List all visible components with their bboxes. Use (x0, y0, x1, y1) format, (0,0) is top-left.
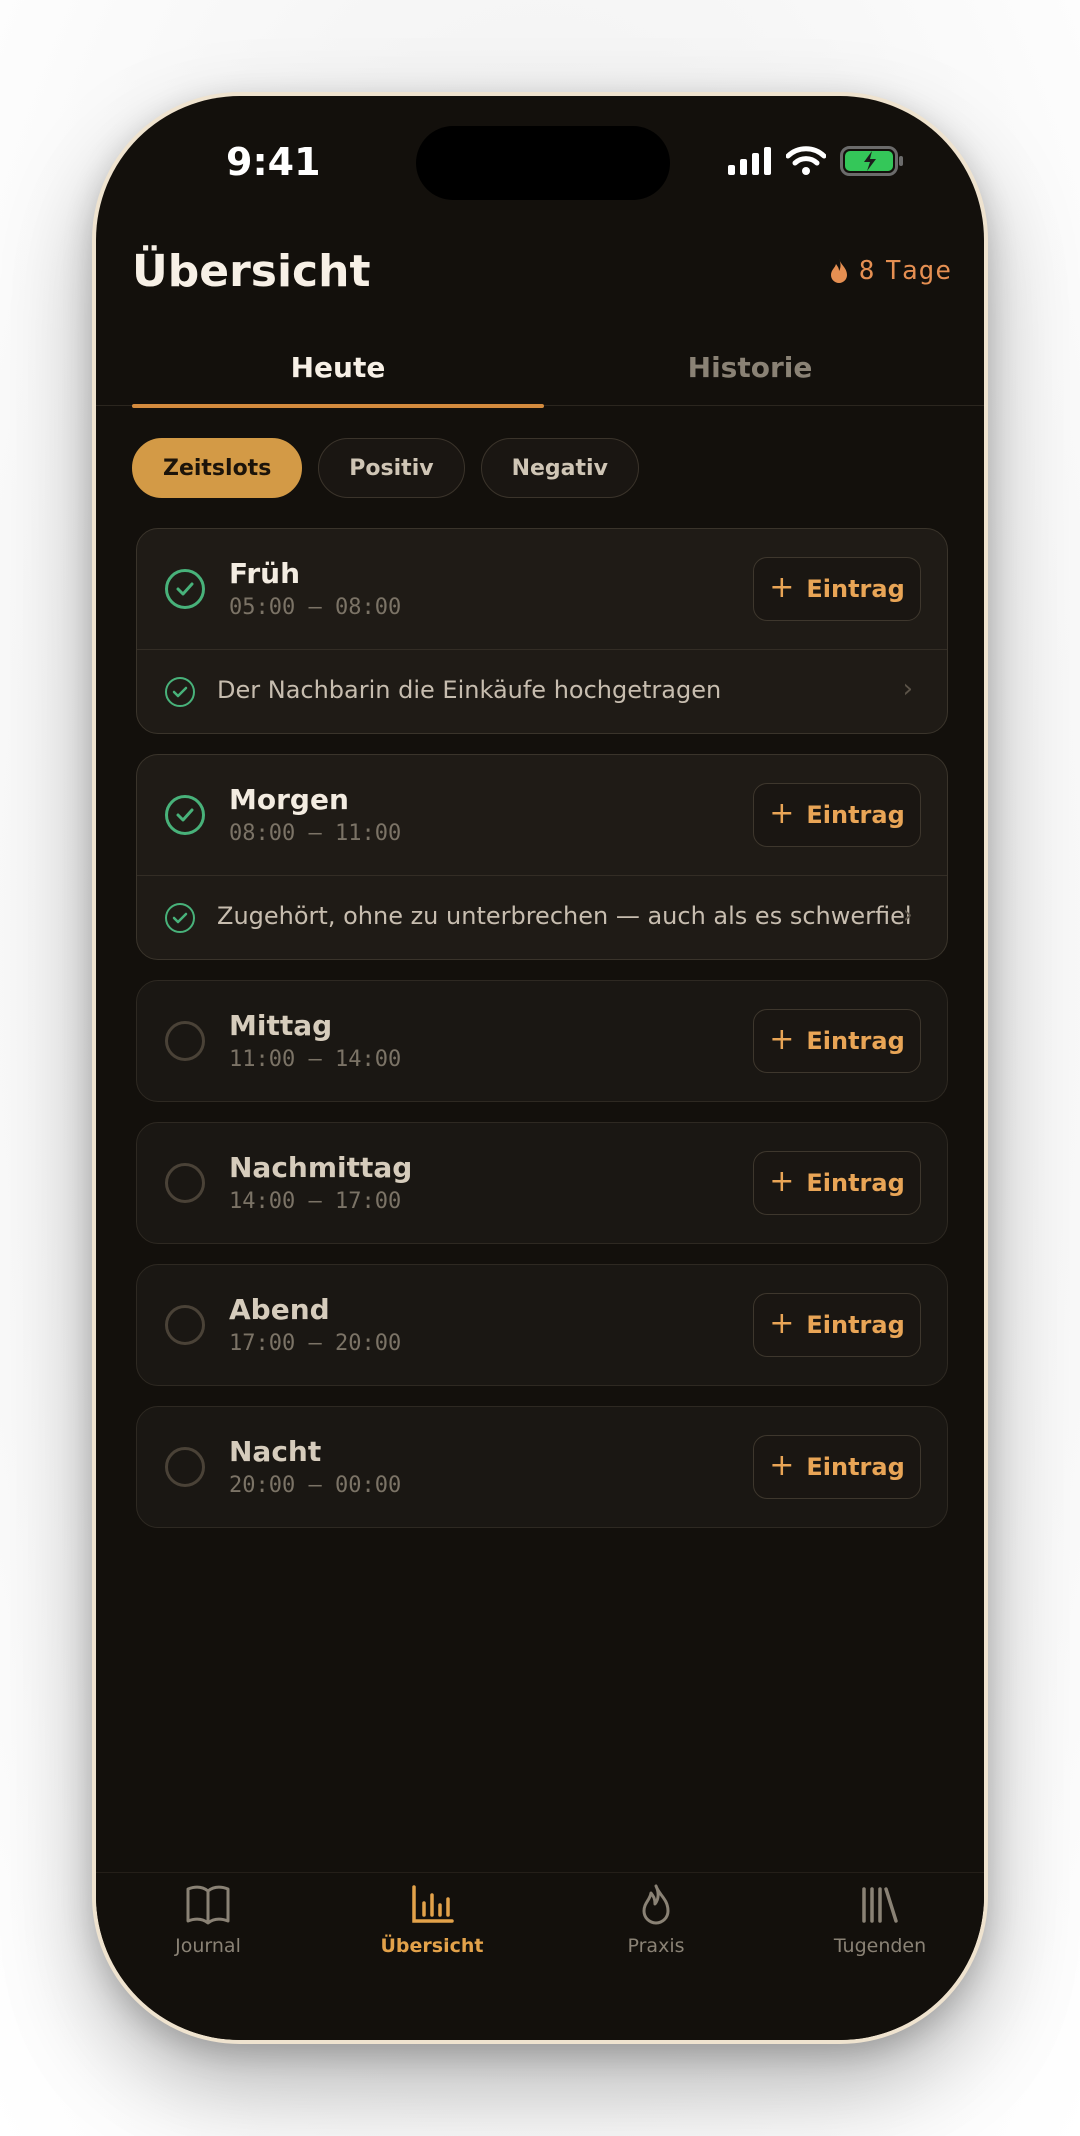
add-entry-label: Eintrag (806, 1027, 905, 1055)
slot-card-nacht: Nacht 20:00 – 00:00 + Eintrag (136, 1406, 948, 1528)
add-entry-button[interactable]: + Eintrag (753, 1151, 921, 1215)
battery-icon (840, 146, 903, 176)
slot-time: 05:00 – 08:00 (229, 595, 402, 620)
tabbar-item-journal[interactable]: Journal (96, 1883, 320, 1993)
add-entry-label: Eintrag (806, 801, 905, 829)
plus-icon: + (769, 1163, 795, 1199)
slot-name: Nachmittag (229, 1151, 413, 1184)
slot-list: Früh 05:00 – 08:00 + Eintrag Der Nachbar… (136, 528, 948, 1548)
status-icons (728, 146, 904, 176)
add-entry-label: Eintrag (806, 1453, 905, 1481)
filter-chip-zeitslots[interactable]: Zeitslots (132, 438, 303, 498)
chevron-right-icon: › (902, 674, 913, 704)
slot-name: Früh (229, 557, 301, 590)
slot-card-morgen: Morgen 08:00 – 11:00 + Eintrag Zugehört,… (136, 754, 948, 960)
check-circle-icon (165, 903, 195, 933)
entry-row[interactable]: Zugehört, ohne zu unterbrechen — auch al… (137, 875, 947, 959)
filter-chip-negativ[interactable]: Negativ (480, 438, 639, 498)
plus-icon: + (769, 1447, 795, 1483)
tabbar-label: Übersicht (380, 1935, 484, 1957)
slot-card-abend: Abend 17:00 – 20:00 + Eintrag (136, 1264, 948, 1386)
flame-icon (642, 1884, 670, 1925)
slot-card-mittag: Mittag 11:00 – 14:00 + Eintrag (136, 980, 948, 1102)
check-circle-icon (165, 677, 195, 707)
add-entry-button[interactable]: + Eintrag (753, 1435, 921, 1499)
phone-frame: 9:41 Übersicht 8 Tage Heute Historie Zei… (92, 92, 988, 2044)
slot-time: 08:00 – 11:00 (229, 821, 402, 846)
plus-icon: + (769, 1021, 795, 1057)
add-entry-button[interactable]: + Eintrag (753, 1009, 921, 1073)
tabbar-item-praxis[interactable]: Praxis (544, 1883, 768, 1993)
slot-name: Mittag (229, 1009, 333, 1042)
slot-name: Abend (229, 1293, 330, 1326)
streak-badge: 8 Tage (829, 256, 952, 286)
wifi-icon (786, 146, 826, 175)
bottom-tab-bar: Journal Übersicht Praxis Tugenden (96, 1872, 984, 2040)
slot-card-nachmittag: Nachmittag 14:00 – 17:00 + Eintrag (136, 1122, 948, 1244)
slot-time: 20:00 – 00:00 (229, 1473, 402, 1498)
add-entry-label: Eintrag (806, 1169, 905, 1197)
bar-chart-icon (412, 1885, 454, 1923)
add-entry-button[interactable]: + Eintrag (753, 1293, 921, 1357)
add-entry-button[interactable]: + Eintrag (753, 783, 921, 847)
tab-heute[interactable]: Heute (132, 328, 544, 406)
empty-circle-icon[interactable] (165, 1163, 205, 1203)
slot-name: Nacht (229, 1435, 322, 1468)
empty-circle-icon[interactable] (165, 1305, 205, 1345)
add-entry-label: Eintrag (806, 1311, 905, 1339)
entry-text: Der Nachbarin die Einkäufe hochgetragen (217, 676, 722, 704)
plus-icon: + (769, 569, 795, 605)
app-screen: 9:41 Übersicht 8 Tage Heute Historie Zei… (96, 96, 984, 2040)
empty-circle-icon[interactable] (165, 1447, 205, 1487)
tabbar-label: Tugenden (833, 1935, 927, 1957)
slot-card-frueh: Früh 05:00 – 08:00 + Eintrag Der Nachbar… (136, 528, 948, 734)
tabbar-label: Journal (175, 1935, 241, 1957)
tabbar-label: Praxis (627, 1935, 685, 1957)
status-time: 9:41 (226, 140, 321, 184)
check-circle-icon[interactable] (165, 569, 205, 609)
entry-row[interactable]: Der Nachbarin die Einkäufe hochgetragen … (137, 649, 947, 733)
streak-unit: Tage (885, 256, 952, 286)
dynamic-island (416, 126, 670, 200)
tabbar-item-uebersicht[interactable]: Übersicht (320, 1883, 544, 1993)
entry-text: Zugehört, ohne zu unterbrechen — auch al… (217, 902, 912, 930)
plus-icon: + (769, 795, 795, 831)
filter-chip-positiv[interactable]: Positiv (318, 438, 465, 498)
empty-circle-icon[interactable] (165, 1021, 205, 1061)
streak-count: 8 (858, 256, 876, 286)
chevron-right-icon: › (902, 900, 913, 930)
slot-time: 17:00 – 20:00 (229, 1331, 402, 1356)
segment-tabs: Heute Historie (96, 328, 984, 408)
filter-chips: Zeitslots Positiv Negativ (132, 438, 639, 498)
tab-active-indicator (132, 404, 544, 408)
flame-icon (830, 259, 847, 283)
add-entry-label: Eintrag (806, 575, 905, 603)
plus-icon: + (769, 1305, 795, 1341)
check-circle-icon[interactable] (165, 795, 205, 835)
tab-historie[interactable]: Historie (544, 328, 956, 406)
add-entry-button[interactable]: + Eintrag (753, 557, 921, 621)
slot-time: 14:00 – 17:00 (229, 1189, 402, 1214)
tabbar-item-tugenden[interactable]: Tugenden (768, 1883, 984, 1993)
cellular-signal-icon (728, 147, 771, 175)
page-title: Übersicht (132, 246, 371, 297)
slot-name: Morgen (229, 783, 349, 816)
book-icon (186, 1885, 230, 1925)
library-icon (862, 1887, 898, 1923)
slot-time: 11:00 – 14:00 (229, 1047, 402, 1072)
